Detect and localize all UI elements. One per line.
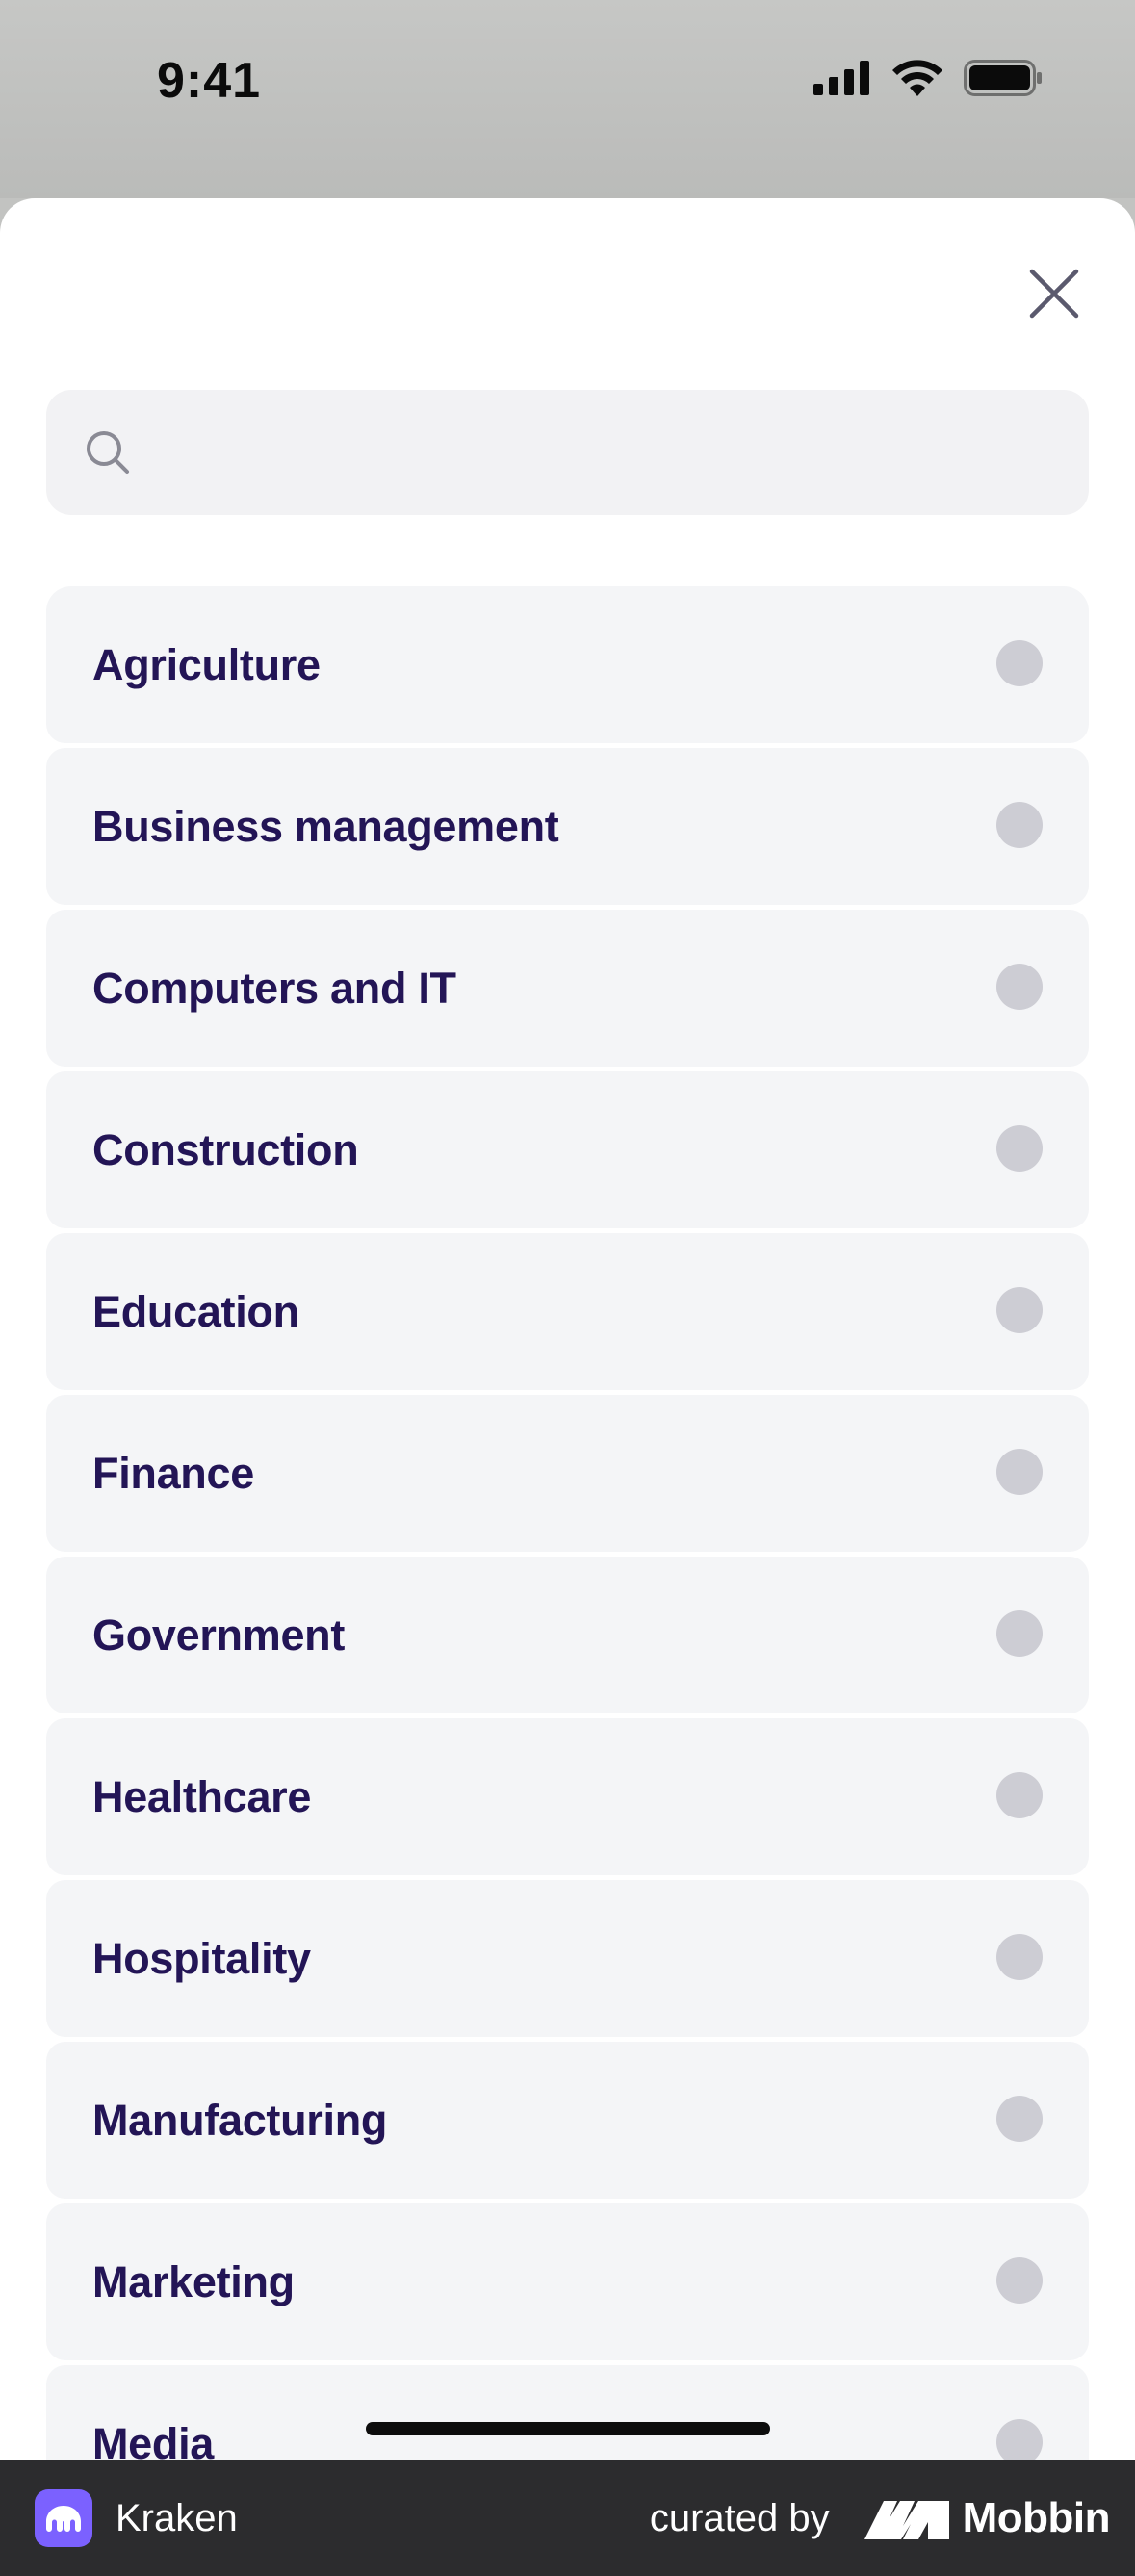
- mobbin-logo-icon: [864, 2501, 949, 2539]
- list-item-label: Education: [92, 1287, 299, 1336]
- status-bar: 9:41: [0, 0, 1135, 198]
- list-item-label: Hospitality: [92, 1934, 311, 1983]
- status-icons: [813, 60, 1043, 96]
- radio-button[interactable]: [996, 1287, 1043, 1333]
- search-input[interactable]: [150, 389, 1089, 516]
- signal-icon: [813, 61, 869, 95]
- search-icon: [87, 431, 129, 474]
- radio-button[interactable]: [996, 2419, 1043, 2460]
- list-item-computers-and-it[interactable]: Computers and IT: [46, 910, 1089, 1067]
- mobbin-name: Mobbin: [962, 2494, 1111, 2541]
- status-time: 9:41: [157, 53, 262, 109]
- search-bar[interactable]: [46, 389, 1089, 516]
- list-item-label: Finance: [92, 1449, 254, 1498]
- radio-button[interactable]: [996, 2257, 1043, 2304]
- wifi-icon: [892, 60, 942, 96]
- mobbin-brand: Mobbin: [864, 2494, 1111, 2542]
- list-item-education[interactable]: Education: [46, 1233, 1089, 1390]
- radio-button[interactable]: [996, 1772, 1043, 1818]
- list-item-label: Healthcare: [92, 1772, 312, 1821]
- app-name: Kraken: [116, 2496, 238, 2539]
- list-item-agriculture[interactable]: Agriculture: [46, 586, 1089, 743]
- list-item-label: Government: [92, 1610, 346, 1660]
- list-item-label: Media: [92, 2419, 215, 2460]
- list-item-construction[interactable]: Construction: [46, 1071, 1089, 1228]
- radio-button[interactable]: [996, 1125, 1043, 1172]
- home-indicator[interactable]: [366, 2422, 770, 2435]
- list-item-hospitality[interactable]: Hospitality: [46, 1880, 1089, 2037]
- radio-button[interactable]: [996, 1449, 1043, 1495]
- list-item-label: Business management: [92, 802, 559, 851]
- radio-button[interactable]: [996, 1934, 1043, 1980]
- list-item-manufacturing[interactable]: Manufacturing: [46, 2042, 1089, 2199]
- list-item-healthcare[interactable]: Healthcare: [46, 1718, 1089, 1875]
- radio-button[interactable]: [996, 640, 1043, 686]
- radio-button[interactable]: [996, 2096, 1043, 2142]
- battery-icon: [964, 60, 1042, 96]
- radio-button[interactable]: [996, 964, 1043, 1010]
- list-item-government[interactable]: Government: [46, 1557, 1089, 1713]
- list-item-label: Construction: [92, 1125, 359, 1174]
- radio-button[interactable]: [996, 1610, 1043, 1657]
- kraken-logo-icon: [35, 2489, 92, 2547]
- list-item-marketing[interactable]: Marketing: [46, 2203, 1089, 2360]
- industry-list: Agriculture Business management Computer…: [46, 586, 1089, 2460]
- list-item-finance[interactable]: Finance: [46, 1395, 1089, 1552]
- industry-sheet: Agriculture Business management Computer…: [0, 198, 1135, 2460]
- list-item-media[interactable]: Media: [46, 2365, 1089, 2460]
- curated-by-text: curated by: [649, 2496, 830, 2539]
- close-button[interactable]: [1024, 264, 1084, 323]
- list-item-label: Computers and IT: [92, 964, 456, 1013]
- list-item-label: Agriculture: [92, 640, 321, 689]
- radio-button[interactable]: [996, 802, 1043, 848]
- attribution-footer: Kraken curated by Mobbin: [0, 2460, 1135, 2576]
- list-item-business-management[interactable]: Business management: [46, 748, 1089, 905]
- close-icon: [1029, 269, 1079, 319]
- list-item-label: Manufacturing: [92, 2096, 388, 2145]
- list-item-label: Marketing: [92, 2257, 295, 2306]
